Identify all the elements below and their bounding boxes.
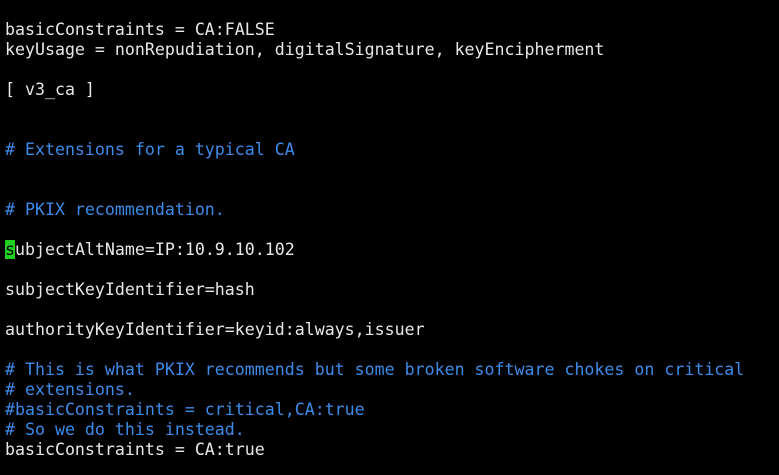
cursor-line-text: ubjectAltName=IP:10.9.10.102 [15, 240, 295, 259]
code-line: basicConstraints = CA:true [5, 440, 265, 459]
comment-line: # So we do this instead. [5, 420, 245, 439]
comment-line: #basicConstraints = critical,CA:true [5, 400, 365, 419]
text-cursor[interactable]: s [5, 240, 15, 259]
comment-line: # Extensions for a typical CA [5, 140, 295, 159]
comment-line: # PKIX recommendation. [5, 200, 225, 219]
code-line: subjectKeyIdentifier=hash [5, 280, 255, 299]
comment-line: # This is what PKIX recommends but some … [5, 360, 745, 379]
terminal-editor[interactable]: basicConstraints = CA:FALSE keyUsage = n… [5, 0, 779, 475]
section-header-line: [ v3_ca ] [5, 80, 95, 99]
code-line: basicConstraints = CA:FALSE [5, 20, 275, 39]
cursor-line: subjectAltName=IP:10.9.10.102 [5, 240, 295, 260]
code-line: authorityKeyIdentifier=keyid:always,issu… [5, 320, 425, 339]
comment-line: # extensions. [5, 380, 135, 399]
code-line: keyUsage = nonRepudiation, digitalSignat… [5, 40, 605, 59]
